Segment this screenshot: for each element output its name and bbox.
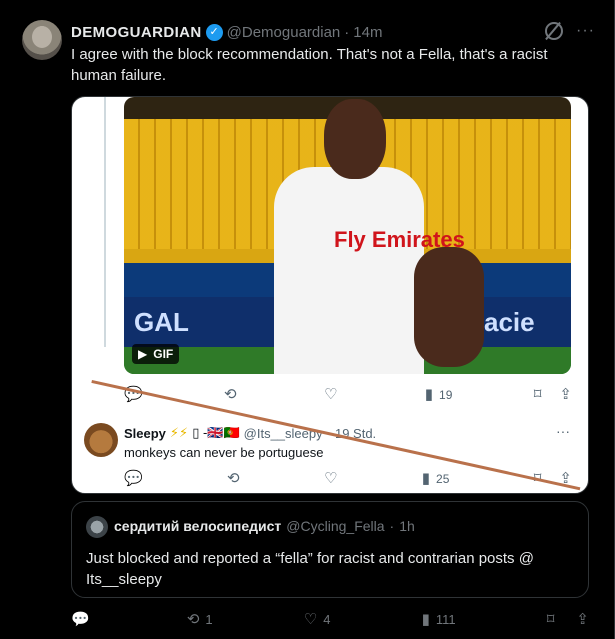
retweet-icon: ⟲	[224, 386, 237, 403]
share-icon[interactable]: ⇪	[576, 612, 589, 627]
bookmark-share: ⌑ ⇪	[534, 387, 572, 402]
quote-header: сердитий велосипедист @Cycling_Fella · 1…	[114, 518, 415, 534]
timestamp[interactable]: 14m	[353, 24, 382, 41]
bookmark-share: ⌑ ⇪	[547, 612, 589, 627]
quote-text: Just blocked and reported a “fella” for …	[86, 550, 534, 588]
board-text-left: GAL	[134, 307, 189, 337]
reply-reply-button[interactable]: 💬	[124, 471, 143, 486]
verified-badge-icon: ✓	[205, 23, 223, 41]
quote-timestamp[interactable]: 1h	[399, 518, 415, 534]
quote-separator: ·	[389, 518, 395, 534]
reply-view-count: 25	[436, 471, 450, 486]
reply-header: Sleepy ⚡⚡ ▯ -🇬🇧🇵🇹 @Its__sleepy · 19 Std.	[124, 425, 376, 441]
grok-icon[interactable]	[545, 22, 563, 40]
reply-retweet-button[interactable]: ⟲	[227, 471, 240, 486]
player-figure	[274, 167, 424, 374]
board-text-right: acie	[484, 307, 535, 337]
views-button[interactable]: ▮ 19	[425, 387, 453, 402]
quoted-tweet[interactable]: сердитий велосипедист @Cycling_Fella · 1…	[71, 501, 589, 598]
heart-icon: ♡	[323, 386, 338, 403]
play-icon: ▶	[138, 347, 148, 361]
gif-badge[interactable]: ▶ GIF	[132, 344, 180, 364]
heart-icon: ♡	[323, 470, 338, 487]
retweet-button[interactable]: ⟲	[224, 387, 243, 402]
bookmark-icon[interactable]: ⌑	[534, 387, 542, 402]
quote-display-name[interactable]: сердитий велосипедист	[114, 518, 281, 534]
reply-text: monkeys can never be portuguese	[124, 445, 324, 460]
tweet-header: DEMOGUARDIAN ✓ @Demoguardian · 14m	[71, 22, 382, 42]
views-icon: ▮	[421, 611, 430, 628]
reply-display-name[interactable]: Sleepy	[124, 426, 166, 441]
display-name[interactable]: DEMOGUARDIAN	[71, 24, 202, 41]
reply-emojis: ⚡⚡	[169, 425, 189, 440]
tweet-text: I agree with the block recommendation. T…	[71, 46, 548, 84]
quote-handle[interactable]: @Cycling_Fella	[286, 518, 384, 534]
separator: ·	[344, 23, 350, 41]
more-icon[interactable]: ···	[576, 22, 595, 40]
retweet-button[interactable]: ⟲ 1	[187, 612, 213, 627]
bookmark-icon[interactable]: ⌑	[547, 612, 555, 627]
reply-icon: 💬	[124, 470, 143, 487]
reply-flags: ▯ -🇬🇧🇵🇹	[192, 425, 240, 440]
reply-like-button[interactable]: ♡	[324, 471, 337, 486]
retweet-icon: ⟲	[186, 611, 200, 628]
retweet-icon: ⟲	[227, 470, 240, 487]
quote-avatar[interactable]	[86, 516, 108, 538]
timeline-column: DEMOGUARDIAN ✓ @Demoguardian · 14m ··· I…	[0, 0, 615, 639]
share-icon[interactable]: ⇪	[559, 387, 572, 402]
like-button[interactable]: ♡ 4	[304, 612, 331, 627]
tweet-actions: 💬 ⟲ 1 ♡ 4 ▮ 111 ⌑ ⇪	[71, 612, 589, 627]
views-icon: ▮	[424, 386, 434, 403]
heart-icon: ♡	[303, 611, 318, 628]
gif-label: GIF	[153, 347, 174, 361]
player-head	[324, 99, 386, 179]
reply-more-icon[interactable]: ···	[556, 423, 570, 439]
view-count: 111	[435, 612, 456, 627]
reply-button[interactable]: 💬	[71, 612, 96, 627]
reply-avatar[interactable]	[84, 423, 118, 457]
view-count: 19	[439, 387, 453, 402]
reply-icon: 💬	[71, 611, 90, 628]
views-icon: ▮	[421, 470, 431, 487]
views-button[interactable]: ▮ 111	[422, 612, 456, 627]
thread-line	[104, 97, 106, 347]
card-top-actions: 💬 ⟲ ♡ ▮ 19 ⌑ ⇪	[124, 387, 572, 402]
gif-media[interactable]: GAL acie Fly Emirates ▶ GIF	[124, 97, 571, 374]
player-arm	[414, 247, 484, 367]
reply-views-button[interactable]: ▮ 25	[422, 471, 450, 486]
like-count: 4	[323, 612, 331, 627]
handle[interactable]: @Demoguardian	[227, 24, 341, 41]
retweet-count: 1	[205, 612, 213, 627]
avatar[interactable]	[22, 20, 62, 60]
like-button[interactable]: ♡	[324, 387, 343, 402]
